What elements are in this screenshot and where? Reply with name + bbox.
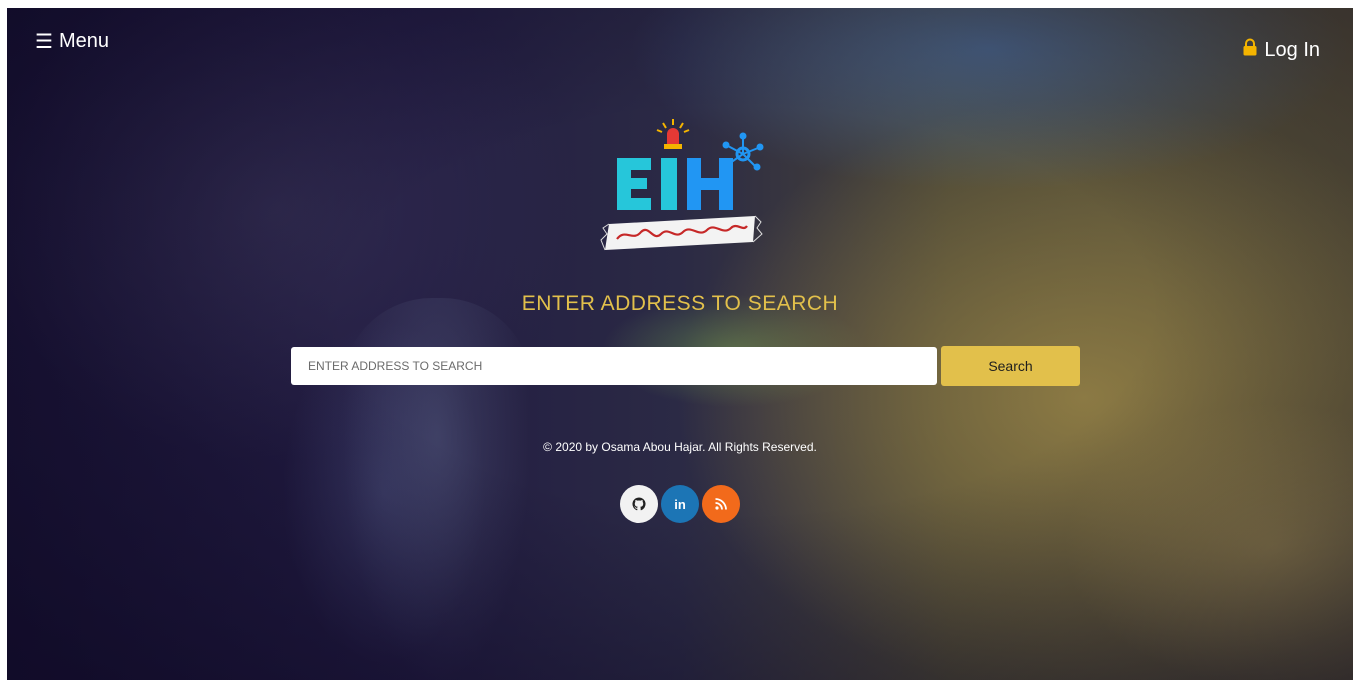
github-icon <box>632 497 646 511</box>
hamburger-icon: ☰ <box>35 30 53 53</box>
background-vignette <box>7 8 1353 680</box>
login-label: Log In <box>1264 38 1320 61</box>
hero-background: ☰ Menu Log In ENTER ADDRESS TO SEARCH EN… <box>7 8 1353 680</box>
login-button[interactable]: Log In <box>1242 38 1320 62</box>
logo-letters <box>617 158 733 210</box>
copyright-text: © 2020 by Osama Abou Hajar. All Rights R… <box>543 440 817 454</box>
menu-button[interactable]: ☰ Menu <box>35 30 109 53</box>
eih-logo <box>595 116 765 262</box>
rss-icon <box>715 498 727 510</box>
rss-link[interactable] <box>702 485 740 523</box>
lock-icon <box>1242 38 1258 62</box>
linkedin-icon: in <box>674 496 686 512</box>
menu-label: Menu <box>58 30 109 52</box>
search-form: Search <box>291 346 1081 388</box>
linkedin-link[interactable]: in <box>661 485 699 523</box>
search-heading: ENTER ADDRESS TO SEARCH <box>521 292 839 315</box>
address-search-input[interactable] <box>291 347 937 385</box>
github-link[interactable] <box>620 485 658 523</box>
siren-icon <box>656 119 690 149</box>
search-button[interactable]: Search <box>941 346 1080 386</box>
logo-tagline-banner <box>600 215 763 251</box>
social-links: in <box>620 485 740 523</box>
